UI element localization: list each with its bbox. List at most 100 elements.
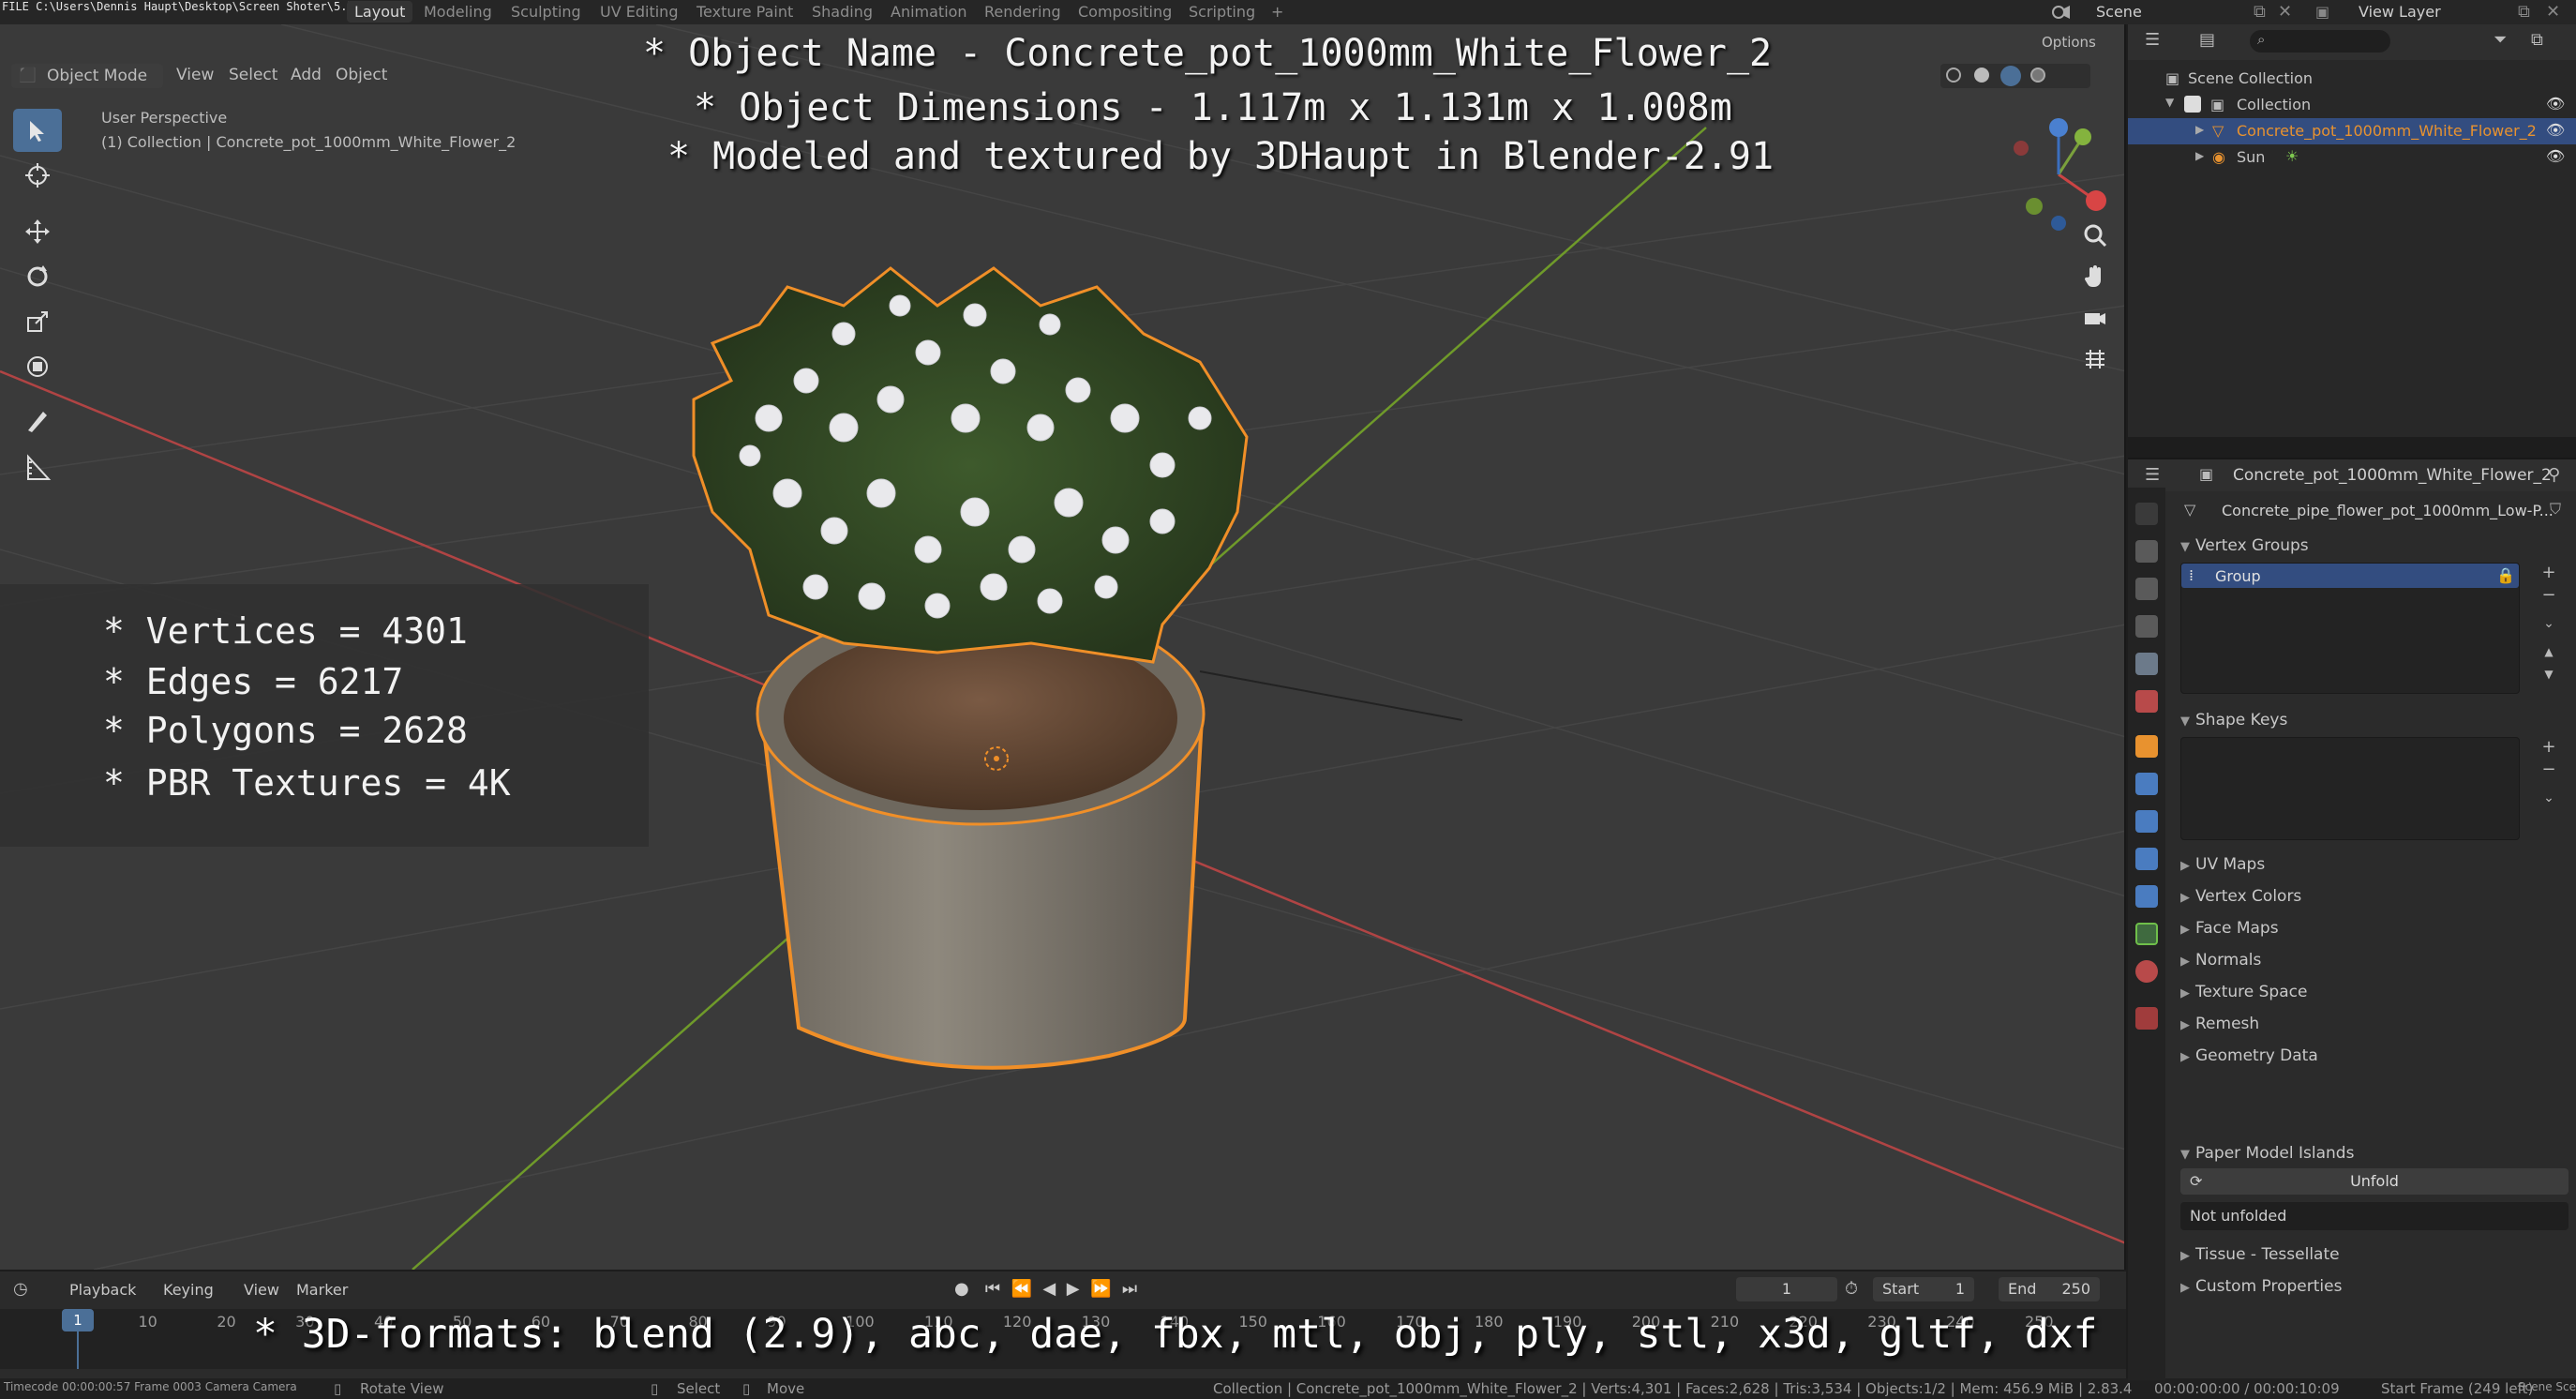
shape-key-list[interactable] <box>2180 737 2520 840</box>
current-frame-field[interactable]: 1 <box>1736 1277 1837 1301</box>
expand-arrow-icon[interactable]: ▶ <box>2195 123 2204 136</box>
scene-icon[interactable] <box>2051 3 2072 22</box>
outliner-row-scene-collection[interactable]: ▣ Scene Collection <box>2128 66 2576 92</box>
menu-marker[interactable]: Marker <box>296 1281 348 1299</box>
view-layer-selector[interactable]: View Layer <box>2359 3 2441 21</box>
tab-tool[interactable] <box>2135 503 2158 525</box>
jump-end-icon[interactable]: ⏭ <box>1122 1279 1137 1299</box>
outliner-row-object[interactable]: ▶ ▽ Concrete_pot_1000mm_White_Flower_2 👁 <box>2128 118 2576 144</box>
tab-modeling[interactable]: Modeling <box>424 3 492 21</box>
record-icon[interactable]: ● <box>954 1279 969 1299</box>
clock-editor-icon[interactable]: ◷ <box>13 1279 28 1299</box>
tab-mesh-data[interactable] <box>2135 923 2158 945</box>
section-vertex-groups[interactable]: ▼ Vertex Groups <box>2180 536 2309 555</box>
checkbox-icon[interactable] <box>2184 96 2201 113</box>
camera-view-icon[interactable] <box>2077 300 2113 336</box>
move-up-icon[interactable]: ▲ <box>2539 641 2559 662</box>
properties-editor-icon[interactable]: ☰ <box>2145 465 2160 485</box>
outliner-search-input[interactable]: ⌕ <box>2250 30 2390 53</box>
close-scene-icon[interactable]: ✕ <box>2278 2 2292 22</box>
section-texture-space[interactable]: ▶ Texture Space <box>2180 983 2307 1001</box>
rotate-tool[interactable] <box>13 255 62 298</box>
outliner-editor-icon[interactable]: ☰ <box>2145 30 2160 50</box>
move-tool[interactable] <box>13 210 62 253</box>
section-uv-maps[interactable]: ▶ UV Maps <box>2180 855 2265 874</box>
tab-constraints[interactable] <box>2135 885 2158 908</box>
select-box-tool[interactable] <box>13 109 62 152</box>
tab-texture-paint[interactable]: Texture Paint <box>696 3 793 21</box>
section-shape-keys[interactable]: ▼ Shape Keys <box>2180 711 2287 730</box>
eye-icon[interactable]: 👁 <box>2546 147 2565 165</box>
section-remesh[interactable]: ▶ Remesh <box>2180 1015 2259 1033</box>
unfold-button[interactable]: ⟳ Unfold <box>2180 1168 2569 1195</box>
grid-projection-icon[interactable] <box>2077 341 2113 377</box>
remove-vertex-group-button[interactable]: − <box>2539 585 2559 606</box>
vertex-group-list[interactable]: ⁞ Group 🔒 <box>2180 563 2520 694</box>
new-scene-icon[interactable]: ⧉ <box>2254 2 2266 22</box>
pin-icon[interactable]: ⚲ <box>2548 465 2560 485</box>
new-collection-icon[interactable]: ⧉ <box>2531 30 2543 50</box>
view-layer-icon[interactable]: ▣ <box>2315 3 2329 21</box>
mesh-selector[interactable]: ▽ Concrete_pipe_flower_pot_1000mm_Low-P.… <box>2180 497 2565 525</box>
outliner-row-collection[interactable]: ▼ ▣ Collection 👁 <box>2128 92 2576 118</box>
mode-selector[interactable]: ⬛ Object Mode <box>11 64 163 88</box>
tab-object[interactable] <box>2135 735 2158 758</box>
section-tissue-tessellate[interactable]: ▶ Tissue - Tessellate <box>2180 1245 2340 1264</box>
section-normals[interactable]: ▶ Normals <box>2180 951 2261 970</box>
tab-material[interactable] <box>2135 960 2158 983</box>
stopwatch-icon[interactable]: ⏱ <box>1845 1279 1858 1299</box>
menu-add[interactable]: Add <box>291 66 322 84</box>
tab-particles[interactable] <box>2135 810 2158 833</box>
zoom-icon[interactable] <box>2077 218 2113 253</box>
menu-playback[interactable]: Playback <box>69 1281 136 1299</box>
menu-timeline-view[interactable]: View <box>244 1281 279 1299</box>
close-view-layer-icon[interactable]: ✕ <box>2546 2 2560 22</box>
menu-object[interactable]: Object <box>336 66 387 84</box>
next-keyframe-icon[interactable]: ⏩ <box>1090 1279 1111 1299</box>
tab-sculpting[interactable]: Sculpting <box>511 3 581 21</box>
add-workspace-button[interactable]: + <box>1271 3 1283 21</box>
tab-render[interactable] <box>2135 540 2158 563</box>
play-reverse-icon[interactable]: ◀ <box>1042 1279 1056 1299</box>
section-paper-model-islands[interactable]: ▼ Paper Model Islands <box>2180 1144 2354 1163</box>
outliner[interactable]: ☰ ▤ ⌕ ⏷ ⧉ ▣ Scene Collection ▼ ▣ Collect… <box>2128 24 2576 437</box>
new-view-layer-icon[interactable]: ⧉ <box>2518 2 2530 22</box>
jump-start-icon[interactable]: ⏮ <box>985 1279 1000 1299</box>
play-icon[interactable]: ▶ <box>1067 1279 1080 1299</box>
lock-icon[interactable]: 🔒 <box>2496 566 2515 584</box>
filter-icon[interactable]: ⏷ <box>2494 30 2507 50</box>
add-vertex-group-button[interactable]: + <box>2539 563 2559 583</box>
tab-layout[interactable]: Layout <box>347 1 413 23</box>
section-geometry-data[interactable]: ▶ Geometry Data <box>2180 1046 2318 1065</box>
tab-view-layer[interactable] <box>2135 615 2158 638</box>
tab-scripting[interactable]: Scripting <box>1189 3 1255 21</box>
vertex-group-specials-icon[interactable]: ⌄ <box>2539 613 2559 634</box>
outliner-row-sun[interactable]: ▶ ◉ Sun ☀ 👁 <box>2128 144 2576 171</box>
tab-rendering[interactable]: Rendering <box>984 3 1061 21</box>
section-custom-properties[interactable]: ▶ Custom Properties <box>2180 1277 2342 1296</box>
move-down-icon[interactable]: ▼ <box>2539 664 2559 684</box>
shape-key-specials-icon[interactable]: ⌄ <box>2539 788 2559 808</box>
menu-keying[interactable]: Keying <box>163 1281 214 1299</box>
menu-select[interactable]: Select <box>229 66 277 84</box>
playhead-frame[interactable]: 1 <box>62 1309 94 1331</box>
section-vertex-colors[interactable]: ▶ Vertex Colors <box>2180 887 2301 906</box>
tab-physics[interactable] <box>2135 848 2158 870</box>
collapse-arrow-icon[interactable]: ▼ <box>2165 96 2174 109</box>
tab-shading[interactable]: Shading <box>812 3 873 21</box>
transform-tool[interactable] <box>13 345 62 388</box>
prev-keyframe-icon[interactable]: ⏪ <box>1011 1279 1032 1299</box>
scene-selector[interactable]: Scene <box>2096 3 2142 21</box>
measure-tool[interactable] <box>13 446 62 489</box>
menu-view[interactable]: View <box>176 66 214 84</box>
display-mode-icon[interactable]: ▤ <box>2199 30 2215 50</box>
annotate-tool[interactable] <box>13 399 62 443</box>
3d-viewport[interactable]: ⬛ Object Mode View Select Add Object Opt… <box>0 24 2126 1270</box>
tab-modifiers[interactable] <box>2135 773 2158 795</box>
tab-animation[interactable]: Animation <box>891 3 967 21</box>
pan-hand-icon[interactable] <box>2077 259 2113 294</box>
section-face-maps[interactable]: ▶ Face Maps <box>2180 919 2279 938</box>
vertex-group-item[interactable]: ⁞ Group 🔒 <box>2181 564 2519 588</box>
cursor-tool[interactable] <box>13 154 62 197</box>
tab-texture[interactable] <box>2135 1007 2158 1030</box>
